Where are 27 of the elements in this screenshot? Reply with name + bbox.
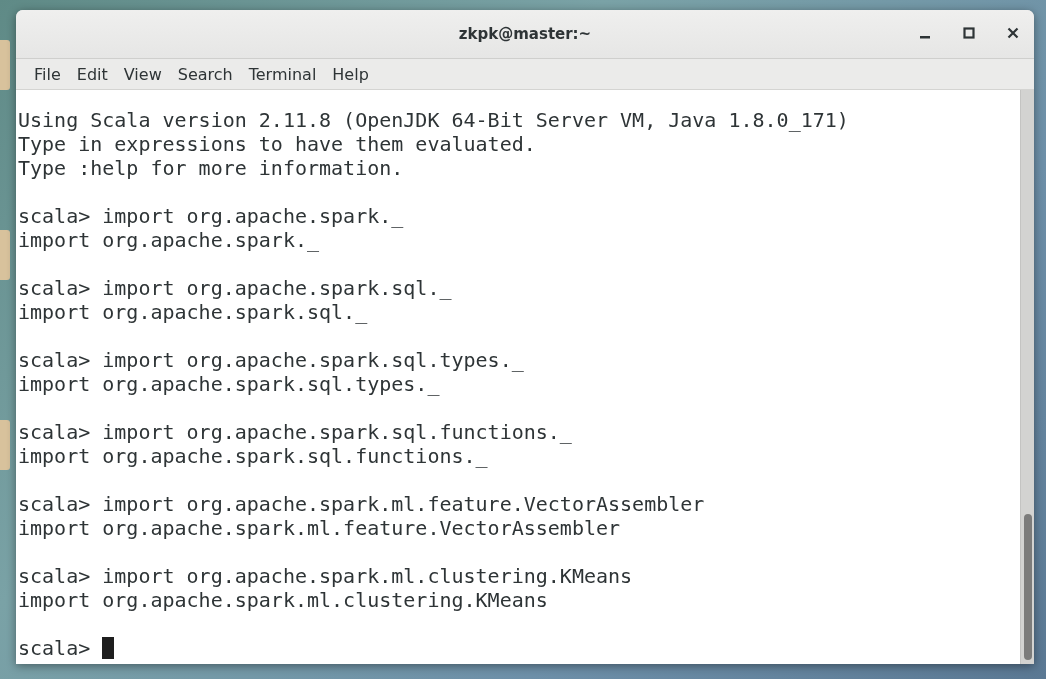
close-icon[interactable] <box>1006 26 1020 40</box>
terminal-line: import org.apache.spark._ <box>18 228 321 252</box>
terminal-line: scala> import org.apache.spark.sql.functions._ <box>18 420 573 444</box>
menu-item[interactable]: File <box>26 64 69 84</box>
scrollbar-thumb[interactable] <box>1024 514 1032 660</box>
terminal-line: Using Scala version 2.11.8 (OpenJDK 64-Bit Server VM, Java 1.8.0_171) <box>18 108 850 132</box>
menu-item[interactable]: Edit <box>68 64 116 84</box>
terminal-line: import org.apache.spark.ml.feature.VectorAssembler <box>18 516 622 540</box>
terminal-line: import org.apache.spark.sql.functions._ <box>18 444 489 468</box>
terminal-line: import org.apache.spark.sql.types._ <box>18 372 441 396</box>
window-title: zkpk@master:~ <box>458 25 592 43</box>
menu-item[interactable]: Search <box>169 64 241 84</box>
terminal-line: scala> import org.apache.spark.sql._ <box>18 276 453 300</box>
terminal-line: scala> import org.apache.spark._ <box>18 204 405 228</box>
terminal-line: import org.apache.spark.sql._ <box>18 300 369 324</box>
scrollbar[interactable] <box>1020 90 1034 664</box>
menu-item[interactable]: View <box>115 64 170 84</box>
terminal-line: scala> import org.apache.spark.sql.types._ <box>18 348 525 372</box>
terminal-line: Type in expressions to have them evaluated. <box>18 132 537 156</box>
terminal-line: Type :help for more information. <box>18 156 405 180</box>
menu-item[interactable]: Terminal <box>240 64 325 84</box>
terminal-line: scala> import org.apache.spark.ml.feature.VectorAssembler <box>18 492 706 516</box>
terminal-line: scala> import org.apache.spark.ml.clustering.KMeans <box>18 564 634 588</box>
maximize-icon[interactable] <box>962 26 976 40</box>
terminal-line: import org.apache.spark.ml.clustering.KMeans <box>18 588 549 612</box>
menu-item[interactable]: Help <box>324 64 377 84</box>
prompt: scala> <box>18 636 91 660</box>
